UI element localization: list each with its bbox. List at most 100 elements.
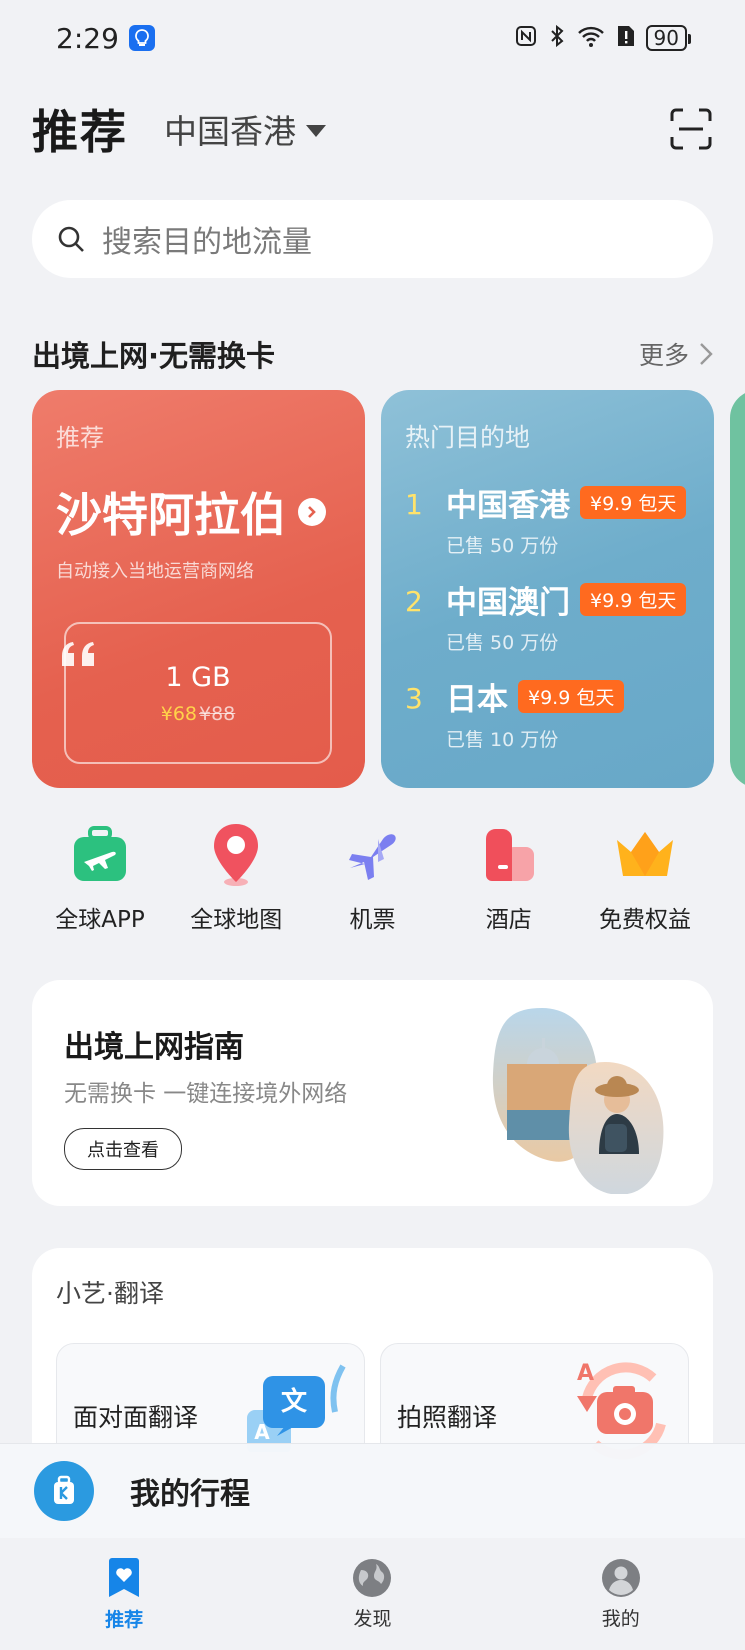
hot-sold: 已售 10 万份 xyxy=(446,729,559,751)
hot-item[interactable]: 1 中国香港 ¥9.9 包天 已售 50 万份 xyxy=(405,480,690,577)
quick-label: 全球APP xyxy=(55,907,145,933)
quick-label: 免费权益 xyxy=(599,907,691,933)
hot-name: 日本 xyxy=(446,682,508,718)
price-old: ¥88 xyxy=(199,702,236,725)
recommend-card[interactable]: 推荐 沙特阿拉伯 自动接入当地运营商网络 1 GB ¥68 ¥88 xyxy=(32,390,365,788)
caret-down-icon xyxy=(306,125,326,137)
tile-label: 拍照翻译 xyxy=(397,1403,498,1432)
my-trip-label: 我的行程 xyxy=(130,1477,250,1512)
scan-icon xyxy=(670,108,712,150)
quick-global-map[interactable]: 全球地图 xyxy=(168,820,304,940)
tab-recommend[interactable]: 推荐 xyxy=(34,1557,214,1632)
guide-card[interactable]: 出境上网指南 无需换卡 一键连接境外网络 点击查看 xyxy=(32,980,713,1206)
bookmark-heart-icon xyxy=(109,1557,140,1597)
quick-label: 机票 xyxy=(349,907,396,933)
recommend-country[interactable]: 沙特阿拉伯 xyxy=(56,479,341,545)
char-wen-glyph: 文 xyxy=(281,1386,308,1416)
hot-tag: 热门目的地 xyxy=(405,423,531,452)
globe-icon xyxy=(353,1558,392,1597)
bottom-tab-bar: 推荐 发现 我的 xyxy=(0,1538,745,1650)
quick-global-app[interactable]: 全球APP xyxy=(32,820,168,940)
my-trip-bar[interactable]: 我的行程 xyxy=(0,1443,745,1538)
hot-line: 日本 ¥9.9 包天 xyxy=(446,674,690,719)
battery-indicator: 90 xyxy=(645,25,692,51)
search-input[interactable]: 搜索目的地流量 xyxy=(102,217,312,261)
tile-label: 面对面翻译 xyxy=(73,1403,199,1432)
plan-size: 1 GB xyxy=(165,661,231,693)
travel-illustration xyxy=(492,1008,664,1194)
translate-title: 小艺·翻译 xyxy=(56,1279,164,1308)
status-bar: 2:29 90 xyxy=(0,0,745,76)
header: 推荐 中国香港 xyxy=(32,95,713,163)
suitcase-icon xyxy=(34,1461,94,1521)
bluetooth-icon xyxy=(548,22,566,55)
view-guide-button[interactable]: 点击查看 xyxy=(64,1128,182,1170)
recommend-country-name: 沙特阿拉伯 xyxy=(56,488,286,542)
quick-flights[interactable]: 机票 xyxy=(305,820,441,940)
offer-badge: ¥9.9 包天 xyxy=(580,583,687,616)
search-bar[interactable]: 搜索目的地流量 xyxy=(32,200,713,278)
hot-item[interactable]: 2 中国澳门 ¥9.9 包天 已售 50 万份 xyxy=(405,577,690,674)
quick-label: 全球地图 xyxy=(190,907,283,933)
letter-a-glyph: A xyxy=(254,1420,270,1442)
svg-text:A: A xyxy=(577,1361,594,1386)
status-right: 90 xyxy=(514,22,692,55)
user-avatar-icon xyxy=(601,1558,640,1597)
tab-label: 推荐 xyxy=(105,1608,144,1631)
plan-box[interactable]: 1 GB ¥68 ¥88 xyxy=(64,622,332,764)
lightbulb-icon xyxy=(128,25,155,51)
luggage-plane-icon xyxy=(65,820,135,890)
airplane-icon xyxy=(338,820,408,890)
offer-badge: ¥9.9 包天 xyxy=(580,486,687,519)
recommend-tag: 推荐 xyxy=(56,424,104,452)
plan-price: ¥68 ¥88 xyxy=(161,703,236,725)
nfc-icon xyxy=(514,22,538,55)
map-pin-icon xyxy=(201,820,271,890)
svg-text:文: 文 xyxy=(281,1386,308,1416)
quick-label: 酒店 xyxy=(485,907,532,933)
status-time: 2:29 xyxy=(56,21,119,55)
wifi-icon xyxy=(576,22,606,55)
region-label: 中国香港 xyxy=(164,112,296,151)
quote-icon xyxy=(60,618,100,678)
tab-me[interactable]: 我的 xyxy=(531,1558,711,1631)
offer-badge: ¥9.9 包天 xyxy=(518,680,625,713)
scan-button[interactable] xyxy=(669,107,713,151)
section-title: 出境上网·无需换卡 xyxy=(32,339,276,373)
hotel-icon xyxy=(474,820,544,890)
hot-rank: 2 xyxy=(405,585,423,618)
chevron-right-circle-icon xyxy=(298,498,326,526)
status-left: 2:29 xyxy=(56,22,155,55)
hot-rank: 1 xyxy=(405,488,423,521)
quick-free-benefits[interactable]: 免费权益 xyxy=(577,820,713,940)
alert-sim-icon xyxy=(616,22,636,55)
next-card-peek[interactable] xyxy=(730,390,745,788)
hot-name: 中国澳门 xyxy=(446,585,570,621)
recommend-subtitle: 自动接入当地运营商网络 xyxy=(56,561,254,582)
quick-hotel[interactable]: 酒店 xyxy=(441,820,577,940)
more-link[interactable]: 更多 xyxy=(639,336,713,372)
price-now: ¥68 xyxy=(160,702,197,725)
quick-actions: 全球APP 全球地图 机票 酒店 免费权益 xyxy=(32,820,713,940)
tab-label: 我的 xyxy=(601,1607,640,1630)
hot-destinations-card[interactable]: 热门目的地 1 中国香港 ¥9.9 包天 已售 50 万份 2 中国澳门 ¥9.… xyxy=(381,390,714,788)
hot-sold: 已售 50 万份 xyxy=(446,632,559,654)
battery-level: 90 xyxy=(653,26,679,50)
hot-line: 中国香港 ¥9.9 包天 xyxy=(446,480,690,525)
region-selector[interactable]: 中国香港 xyxy=(164,105,326,153)
hot-list: 1 中国香港 ¥9.9 包天 已售 50 万份 2 中国澳门 ¥9.9 包天 已… xyxy=(405,480,690,771)
hot-rank: 3 xyxy=(405,682,423,715)
more-label: 更多 xyxy=(638,341,689,370)
section-header: 出境上网·无需换卡 更多 xyxy=(32,332,713,376)
hot-name: 中国香港 xyxy=(446,488,570,524)
page-title: 推荐 xyxy=(32,105,128,159)
hot-item[interactable]: 3 日本 ¥9.9 包天 已售 10 万份 xyxy=(405,674,690,771)
svg-text:A: A xyxy=(254,1420,270,1442)
hot-line: 中国澳门 ¥9.9 包天 xyxy=(446,577,690,622)
hot-sold: 已售 50 万份 xyxy=(446,535,559,557)
chevron-right-icon xyxy=(700,343,713,365)
crown-icon xyxy=(610,820,680,890)
search-icon xyxy=(58,226,84,252)
tab-discover[interactable]: 发现 xyxy=(282,1558,462,1631)
tab-label: 发现 xyxy=(353,1607,392,1630)
